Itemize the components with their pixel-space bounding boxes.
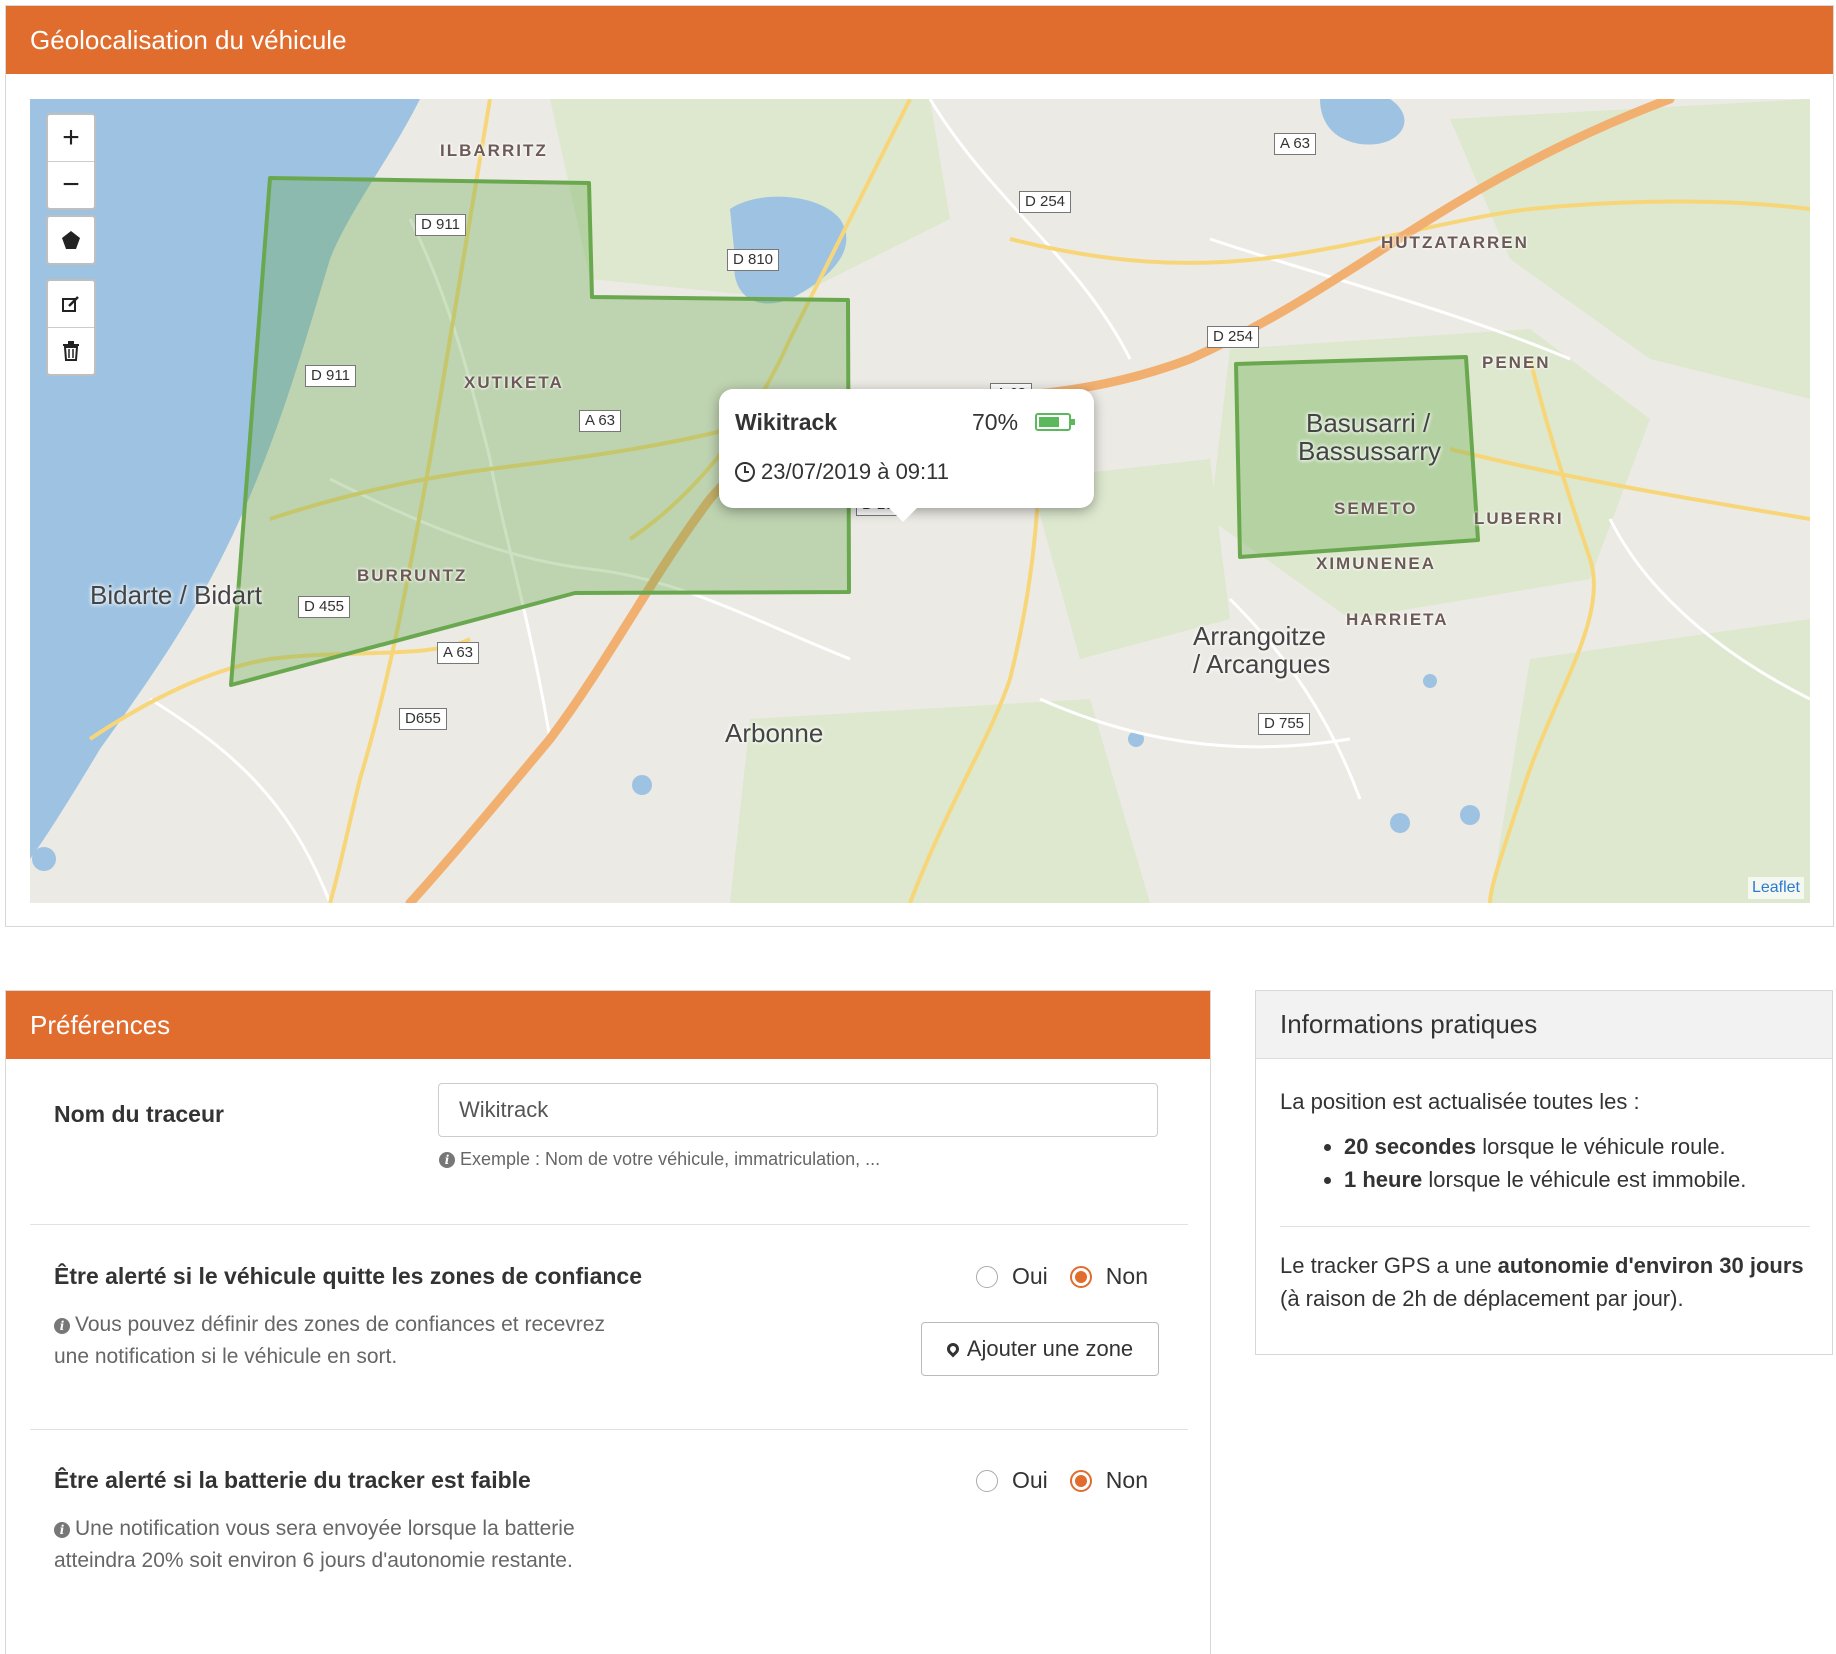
zoom-control: + − [46,113,96,210]
preferences-panel: Préférences Nom du traceur Wikitrack i Ex… [5,990,1211,1654]
road-label: D 810 [727,249,780,271]
popup-battery-percent: 70% [972,409,1019,435]
place-label: HARRIETA [1346,610,1449,629]
info-icon: i [54,1522,70,1538]
battery-alert-yes-label[interactable]: Oui [1012,1467,1048,1494]
zoom-out-button[interactable]: − [48,161,94,208]
info-header: Informations pratiques [1256,991,1832,1059]
popup-datetime: 23/07/2019 à 09:11 [735,459,949,485]
tracker-name-hint: i Exemple : Nom de votre véhicule, immatr… [439,1143,880,1175]
battery-alert-label: Être alerté si la batterie du tracker es… [54,1467,531,1493]
info-autonomy-text: Le tracker GPS a une autonomie d'environ… [1280,1253,1804,1311]
map[interactable]: D 911 D 911 D 810 D 254 A 63 D 254 A 63 … [30,99,1810,903]
place-label: BURRUNTZ [357,566,468,585]
zone-alert-hint: i Vous pouvez définir des zones de confia… [54,1313,605,1368]
delete-zones-button[interactable] [48,327,94,374]
list-item: 20 secondes lorsque le véhicule roule. [1344,1130,1810,1163]
leaflet-attribution[interactable]: Leaflet [1747,877,1804,899]
info-refresh-text: La position est actualisée toutes les : … [1280,1085,1810,1196]
zone-alert-yes-radio[interactable] [976,1265,998,1288]
road-label: D 755 [1258,713,1311,735]
edit-icon [62,296,79,312]
draw-polygon-button[interactable] [48,217,94,263]
place-label: PENEN [1482,353,1551,372]
road-label: A 63 [1274,133,1317,155]
zone-alert-label: Être alerté si le véhicule quitte les zo… [54,1263,642,1289]
popup-tracker-name: Wikitrack [735,409,838,435]
edit-control [46,279,96,376]
place-label: HUTZATARREN [1381,233,1529,252]
tracker-name-label: Nom du traceur [54,1101,224,1127]
trash-icon [63,341,79,361]
map-marker-icon [944,1340,962,1358]
road-label: A 63 [437,642,480,664]
place-label: ILBARRITZ [440,141,548,160]
road-label: D 254 [1207,326,1260,348]
place-label: XUTIKETA [464,373,564,392]
road-label: D655 [399,708,447,730]
info-title: Informations pratiques [1280,1009,1538,1039]
town-label: / Arcangues [1193,649,1331,679]
zone-alert-no-label[interactable]: Non [1106,1263,1148,1290]
divider [30,1224,1188,1225]
zone-alert-radio-group: Oui Non [976,1263,1148,1290]
battery-alert-hint: i Une notification vous sera envoyée lors… [54,1517,575,1572]
preferences-title: Préférences [30,1009,171,1040]
info-icon: i [54,1318,70,1334]
road-label: D 911 [415,214,466,236]
edit-zones-button[interactable] [48,281,94,327]
draw-control [46,215,96,265]
place-label: SEMETO [1334,499,1418,518]
battery-alert-radio-group: Oui Non [976,1467,1148,1494]
map-panel-header: Géolocalisation du véhicule [6,6,1833,74]
battery-alert-no-radio[interactable] [1069,1469,1092,1492]
road-label: D 911 [305,365,356,387]
popup-datetime-text: 23/07/2019 à 09:11 [761,459,949,484]
battery-icon [1035,413,1075,431]
divider [1280,1226,1810,1227]
road-label: D 455 [298,596,351,618]
info-intro: La position est actualisée toutes les : [1280,1089,1640,1114]
tracker-name-input[interactable]: Wikitrack [438,1083,1158,1137]
place-label: LUBERRI [1474,509,1564,528]
add-zone-button[interactable]: Ajouter une zone [921,1322,1159,1376]
preferences-header: Préférences [6,991,1210,1059]
road-label: D 254 [1019,191,1072,213]
place-label: XIMUNENEA [1316,554,1437,573]
info-icon: i [439,1152,455,1168]
town-label: Bassussarry [1298,436,1442,466]
info-panel: Informations pratiques La position est a… [1255,990,1833,1355]
vehicle-popup: Wikitrack 70% 23/07/2019 à 09:11 [719,389,1094,522]
divider [30,1429,1188,1430]
zone-alert-no-radio[interactable] [1069,1265,1092,1288]
zoom-in-button[interactable]: + [48,115,94,161]
road-label: A 63 [579,410,622,432]
map-panel: Géolocalisation du véhicule D 911 D 911 … [5,5,1834,927]
polygon-icon [62,231,80,249]
battery-alert-no-label[interactable]: Non [1106,1467,1148,1494]
battery-alert-yes-radio[interactable] [976,1469,998,1492]
list-item: 1 heure lorsque le véhicule est immobile… [1344,1163,1810,1196]
map-panel-title: Géolocalisation du véhicule [30,24,347,55]
zone-alert-yes-label[interactable]: Oui [1012,1263,1048,1290]
town-label: Arbonne [725,718,824,748]
town-label: Bidarte / Bidart [90,580,262,610]
clock-icon [735,462,755,482]
